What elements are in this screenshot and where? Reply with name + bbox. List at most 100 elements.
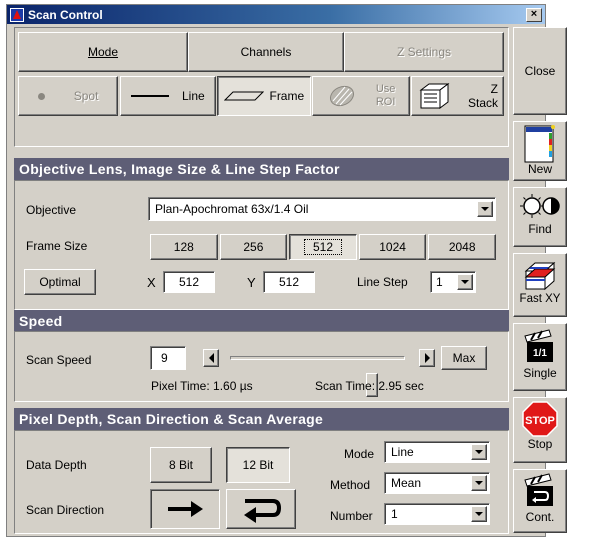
average-method-select[interactable]: Mean — [384, 472, 490, 494]
z-stack-line1: Z — [490, 82, 498, 96]
12-bit-button[interactable]: 12 Bit — [226, 447, 290, 483]
x-input[interactable]: 512 — [163, 271, 215, 293]
frame-size-256-button[interactable]: 256 — [219, 234, 288, 260]
line-step-select[interactable]: 1 — [430, 271, 476, 293]
number-label: Number — [330, 509, 373, 523]
frame-size-1024-button[interactable]: 1024 — [358, 234, 427, 260]
mode-spot-button[interactable]: Spot — [18, 76, 118, 116]
frame-size-2048-label: 2048 — [448, 240, 476, 254]
left-arrow-icon — [208, 353, 214, 363]
mode-use-roi-button[interactable]: Use ROI — [312, 76, 410, 116]
average-number-select[interactable]: 1 — [384, 503, 490, 525]
mode-frame-button[interactable]: Frame — [217, 76, 311, 116]
new-label: New — [527, 162, 552, 176]
frame-size-2048-button[interactable]: 2048 — [428, 234, 496, 260]
tab-channels[interactable]: Channels — [188, 32, 344, 72]
mode-line-button[interactable]: Line — [120, 76, 216, 116]
continuous-scan-button[interactable]: Cont. — [513, 469, 567, 533]
speed-section-header: Speed — [14, 310, 509, 331]
continuous-scan-icon — [524, 473, 553, 506]
frame-size-512-button[interactable]: 512 — [289, 234, 357, 260]
scan-direction-unidirectional-button[interactable] — [150, 489, 220, 529]
pixel-time-readout: Pixel Time: 1.60 µs — [151, 379, 253, 393]
mode-z-stack-label: Z Stack — [468, 82, 498, 110]
chevron-down-icon[interactable] — [477, 201, 493, 217]
mode-label: Mode — [344, 447, 375, 461]
z-stack-icon — [419, 83, 450, 109]
objective-section-header: Objective Lens, Image Size & Line Step F… — [14, 158, 509, 180]
chevron-down-icon[interactable] — [471, 506, 487, 522]
frame-size-buttons: 128 256 512 1024 2048 — [150, 234, 496, 260]
x-label: X — [147, 275, 156, 290]
y-input[interactable]: 512 — [263, 271, 315, 293]
chevron-down-icon[interactable] — [471, 475, 487, 491]
tab-channels-label: Channels — [240, 45, 292, 59]
single-scan-button[interactable]: 1/1 Single — [513, 323, 567, 391]
mode-line-label: Line — [181, 89, 205, 103]
fast-xy-button[interactable]: Fast XY — [513, 253, 567, 317]
tab-mode-label: Mode — [87, 45, 119, 59]
8-bit-button[interactable]: 8 Bit — [150, 447, 212, 483]
roi-icon — [329, 85, 354, 107]
close-button[interactable]: Close — [513, 27, 567, 115]
objective-label: Objective — [26, 203, 77, 217]
12-bit-label: 12 Bit — [242, 458, 274, 472]
y-value: 512 — [278, 275, 300, 289]
line-step-value: 1 — [436, 275, 443, 289]
app-icon — [10, 7, 24, 22]
fast-xy-icon — [524, 261, 556, 291]
mode-frame-label: Frame — [269, 89, 305, 103]
use-roi-line1: Use — [375, 83, 396, 95]
mode-use-roi-label: Use ROI — [376, 83, 396, 109]
average-mode-value: Line — [391, 445, 414, 459]
frame-size-128-button[interactable]: 128 — [150, 234, 218, 260]
right-arrow-icon — [424, 353, 430, 363]
chevron-down-icon[interactable] — [471, 444, 487, 460]
cont-label: Cont. — [525, 510, 555, 524]
optimal-button[interactable]: Optimal — [24, 269, 96, 295]
8-bit-label: 8 Bit — [168, 458, 193, 472]
new-button[interactable]: New — [513, 121, 567, 181]
tab-mode[interactable]: Mode — [18, 32, 188, 72]
return-arrow-icon — [244, 499, 282, 523]
stop-sign-icon: STOP — [522, 401, 558, 437]
line-icon — [131, 95, 170, 97]
average-number-value: 1 — [391, 507, 398, 521]
average-mode-select[interactable]: Line — [384, 441, 490, 463]
find-label: Find — [528, 222, 552, 236]
data-depth-label: Data Depth — [26, 458, 87, 472]
objective-value: Plan-Apochromat 63x/1.4 Oil — [155, 202, 309, 216]
mode-spot-label: Spot — [73, 89, 99, 103]
scan-direction-bidirectional-button[interactable] — [226, 489, 296, 529]
frame-size-512-label: 512 — [303, 239, 343, 255]
x-value: 512 — [178, 275, 200, 289]
y-label: Y — [247, 275, 256, 290]
window-close-button[interactable]: × — [526, 7, 542, 22]
frame-icon — [223, 91, 264, 101]
frame-size-128-label: 128 — [173, 240, 194, 254]
max-speed-button[interactable]: Max — [441, 346, 487, 370]
slider-right-arrow[interactable] — [419, 349, 435, 367]
objective-select[interactable]: Plan-Apochromat 63x/1.4 Oil — [148, 197, 496, 221]
scan-speed-slider-track[interactable] — [230, 356, 405, 360]
close-label: Close — [524, 64, 556, 78]
optimal-label: Optimal — [39, 275, 81, 289]
use-roi-line2: ROI — [375, 96, 396, 108]
chevron-down-icon[interactable] — [457, 274, 473, 290]
scan-time-readout: Scan Time: 2.95 sec — [315, 379, 424, 393]
scan-speed-input[interactable]: 9 — [150, 346, 186, 370]
fast-xy-label: Fast XY — [519, 293, 561, 305]
mode-z-stack-button[interactable]: Z Stack — [411, 76, 504, 116]
find-button[interactable]: Find — [513, 187, 567, 247]
stop-button[interactable]: STOP Stop — [513, 397, 567, 463]
title-bar[interactable]: Scan Control × — [7, 5, 545, 24]
scan-speed-label: Scan Speed — [26, 353, 92, 367]
slider-left-arrow[interactable] — [203, 349, 219, 367]
depth-section-header: Pixel Depth, Scan Direction & Scan Avera… — [14, 408, 509, 430]
frame-size-256-label: 256 — [243, 240, 264, 254]
svg-text:1/1: 1/1 — [533, 348, 547, 359]
tab-z-settings-label: Z Settings — [396, 45, 452, 59]
spot-icon — [37, 92, 45, 100]
tab-z-settings[interactable]: Z Settings — [344, 32, 504, 72]
z-stack-line2: Stack — [467, 96, 498, 110]
